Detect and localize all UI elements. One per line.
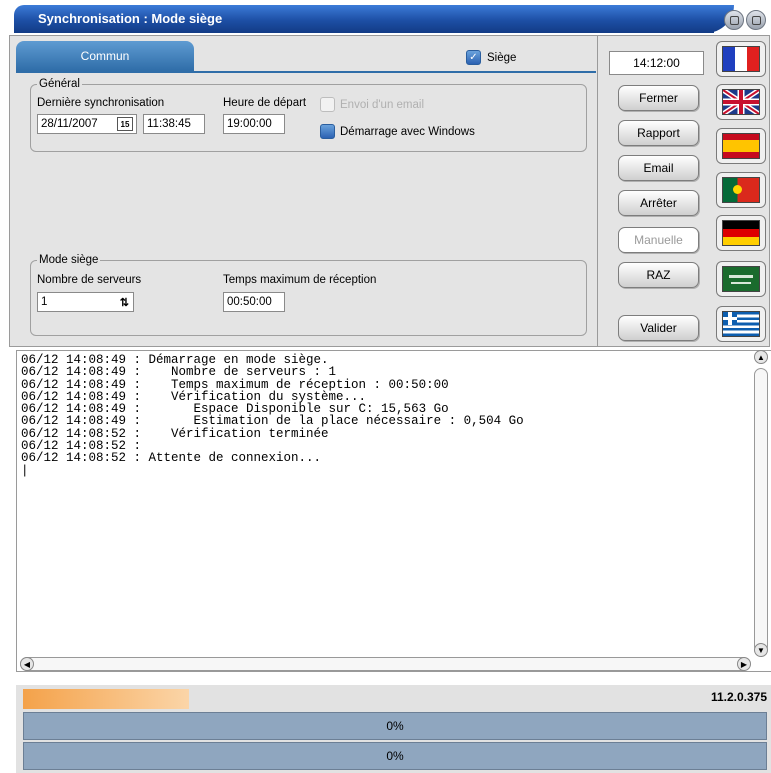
horizontal-scrollbar[interactable]	[20, 657, 750, 671]
date-value: 28/11/2007	[41, 118, 98, 130]
demarrage-windows-checkbox[interactable]: Démarrage avec Windows	[320, 124, 475, 139]
demarrage-windows-label: Démarrage avec Windows	[340, 125, 475, 138]
uk-flag-icon	[722, 89, 760, 115]
spain-flag-icon	[722, 133, 760, 159]
scroll-left-icon[interactable]: ◀	[20, 657, 34, 671]
flag-greece-button[interactable]	[716, 306, 766, 342]
france-flag-icon	[722, 46, 760, 72]
mini-progress-bar	[23, 689, 189, 709]
flag-saudi-arabia-button[interactable]	[716, 261, 766, 297]
envoi-email-checkbox[interactable]: Envoi d'un email	[320, 97, 424, 112]
scroll-down-icon[interactable]: ▼	[754, 643, 768, 657]
progress-bar-2: 0%	[23, 742, 767, 770]
flag-france-button[interactable]	[716, 41, 766, 77]
manuelle-button[interactable]: Manuelle	[618, 227, 699, 253]
tab-commun[interactable]: Commun	[16, 41, 194, 71]
mode-siege-legend: Mode siège	[39, 254, 99, 266]
heure-depart-value: 19:00:00	[227, 118, 272, 130]
log-panel[interactable]: 06/12 14:08:49 : Démarrage en mode siège…	[16, 350, 771, 672]
version-label: 11.2.0.375	[710, 690, 767, 704]
checkbox-unchecked-icon	[320, 97, 335, 112]
scroll-right-icon[interactable]: ▶	[737, 657, 751, 671]
text-cursor: |	[21, 463, 29, 478]
progress-2-text: 0%	[386, 749, 404, 763]
siege-label: Siège	[487, 51, 517, 64]
heure-depart-label: Heure de départ	[223, 97, 307, 109]
time-field[interactable]: 11:38:45	[143, 114, 205, 134]
siege-checkbox[interactable]: ✓ Siège	[466, 50, 516, 65]
flag-portugal-button[interactable]	[716, 172, 766, 208]
arreter-button[interactable]: Arrêter	[618, 190, 699, 216]
window-controls	[724, 10, 770, 30]
temps-max-field[interactable]: 00:50:00	[223, 292, 285, 312]
fermer-button[interactable]: Fermer	[618, 85, 699, 111]
log-line: 06/12 14:08:52 : Attente de connexion...	[21, 451, 322, 466]
greece-flag-icon	[722, 311, 760, 337]
clock-display: 14:12:00	[609, 51, 704, 75]
heure-depart-field[interactable]: 19:00:00	[223, 114, 285, 134]
saudi-arabia-flag-icon	[722, 266, 760, 292]
temps-max-value: 00:50:00	[227, 296, 272, 308]
tab-underline	[16, 71, 596, 73]
close-button[interactable]	[746, 10, 766, 30]
checkbox-checked-icon	[320, 124, 335, 139]
window-title: Synchronisation : Mode siège	[38, 11, 223, 26]
derniere-sync-label: Dernière synchronisation	[37, 97, 165, 109]
temps-max-label: Temps maximum de réception	[223, 274, 377, 286]
minimize-button[interactable]	[724, 10, 744, 30]
progress-1-text: 0%	[386, 719, 404, 733]
minimize-icon	[729, 15, 739, 25]
nb-serveurs-value: 1	[41, 296, 48, 308]
log-text: 06/12 14:08:49 : Démarrage en mode siège…	[21, 354, 524, 477]
flag-uk-button[interactable]	[716, 84, 766, 120]
flag-germany-button[interactable]	[716, 215, 766, 251]
time-value: 11:38:45	[147, 118, 191, 130]
nb-serveurs-stepper[interactable]: 1 ⇅	[37, 292, 134, 312]
vertical-scrollbar[interactable]	[754, 368, 768, 653]
flag-spain-button[interactable]	[716, 128, 766, 164]
date-picker[interactable]: 28/11/2007 15	[37, 114, 137, 134]
calendar-icon[interactable]: 15	[117, 117, 133, 131]
portugal-flag-icon	[722, 177, 760, 203]
progress-bar-1: 0%	[23, 712, 767, 740]
raz-button[interactable]: RAZ	[618, 262, 699, 288]
checkbox-checked-icon: ✓	[466, 50, 481, 65]
nb-serveurs-label: Nombre de serveurs	[37, 274, 142, 286]
title-bar: Synchronisation : Mode siège	[14, 5, 766, 35]
email-button[interactable]: Email	[618, 155, 699, 181]
germany-flag-icon	[722, 220, 760, 246]
scroll-up-icon[interactable]: ▲	[754, 350, 768, 364]
stepper-icon[interactable]: ⇅	[120, 296, 129, 309]
valider-button[interactable]: Valider	[618, 315, 699, 341]
envoi-email-label: Envoi d'un email	[340, 98, 425, 111]
rapport-button[interactable]: Rapport	[618, 120, 699, 146]
close-icon	[751, 15, 761, 25]
general-legend: Général	[39, 78, 80, 90]
